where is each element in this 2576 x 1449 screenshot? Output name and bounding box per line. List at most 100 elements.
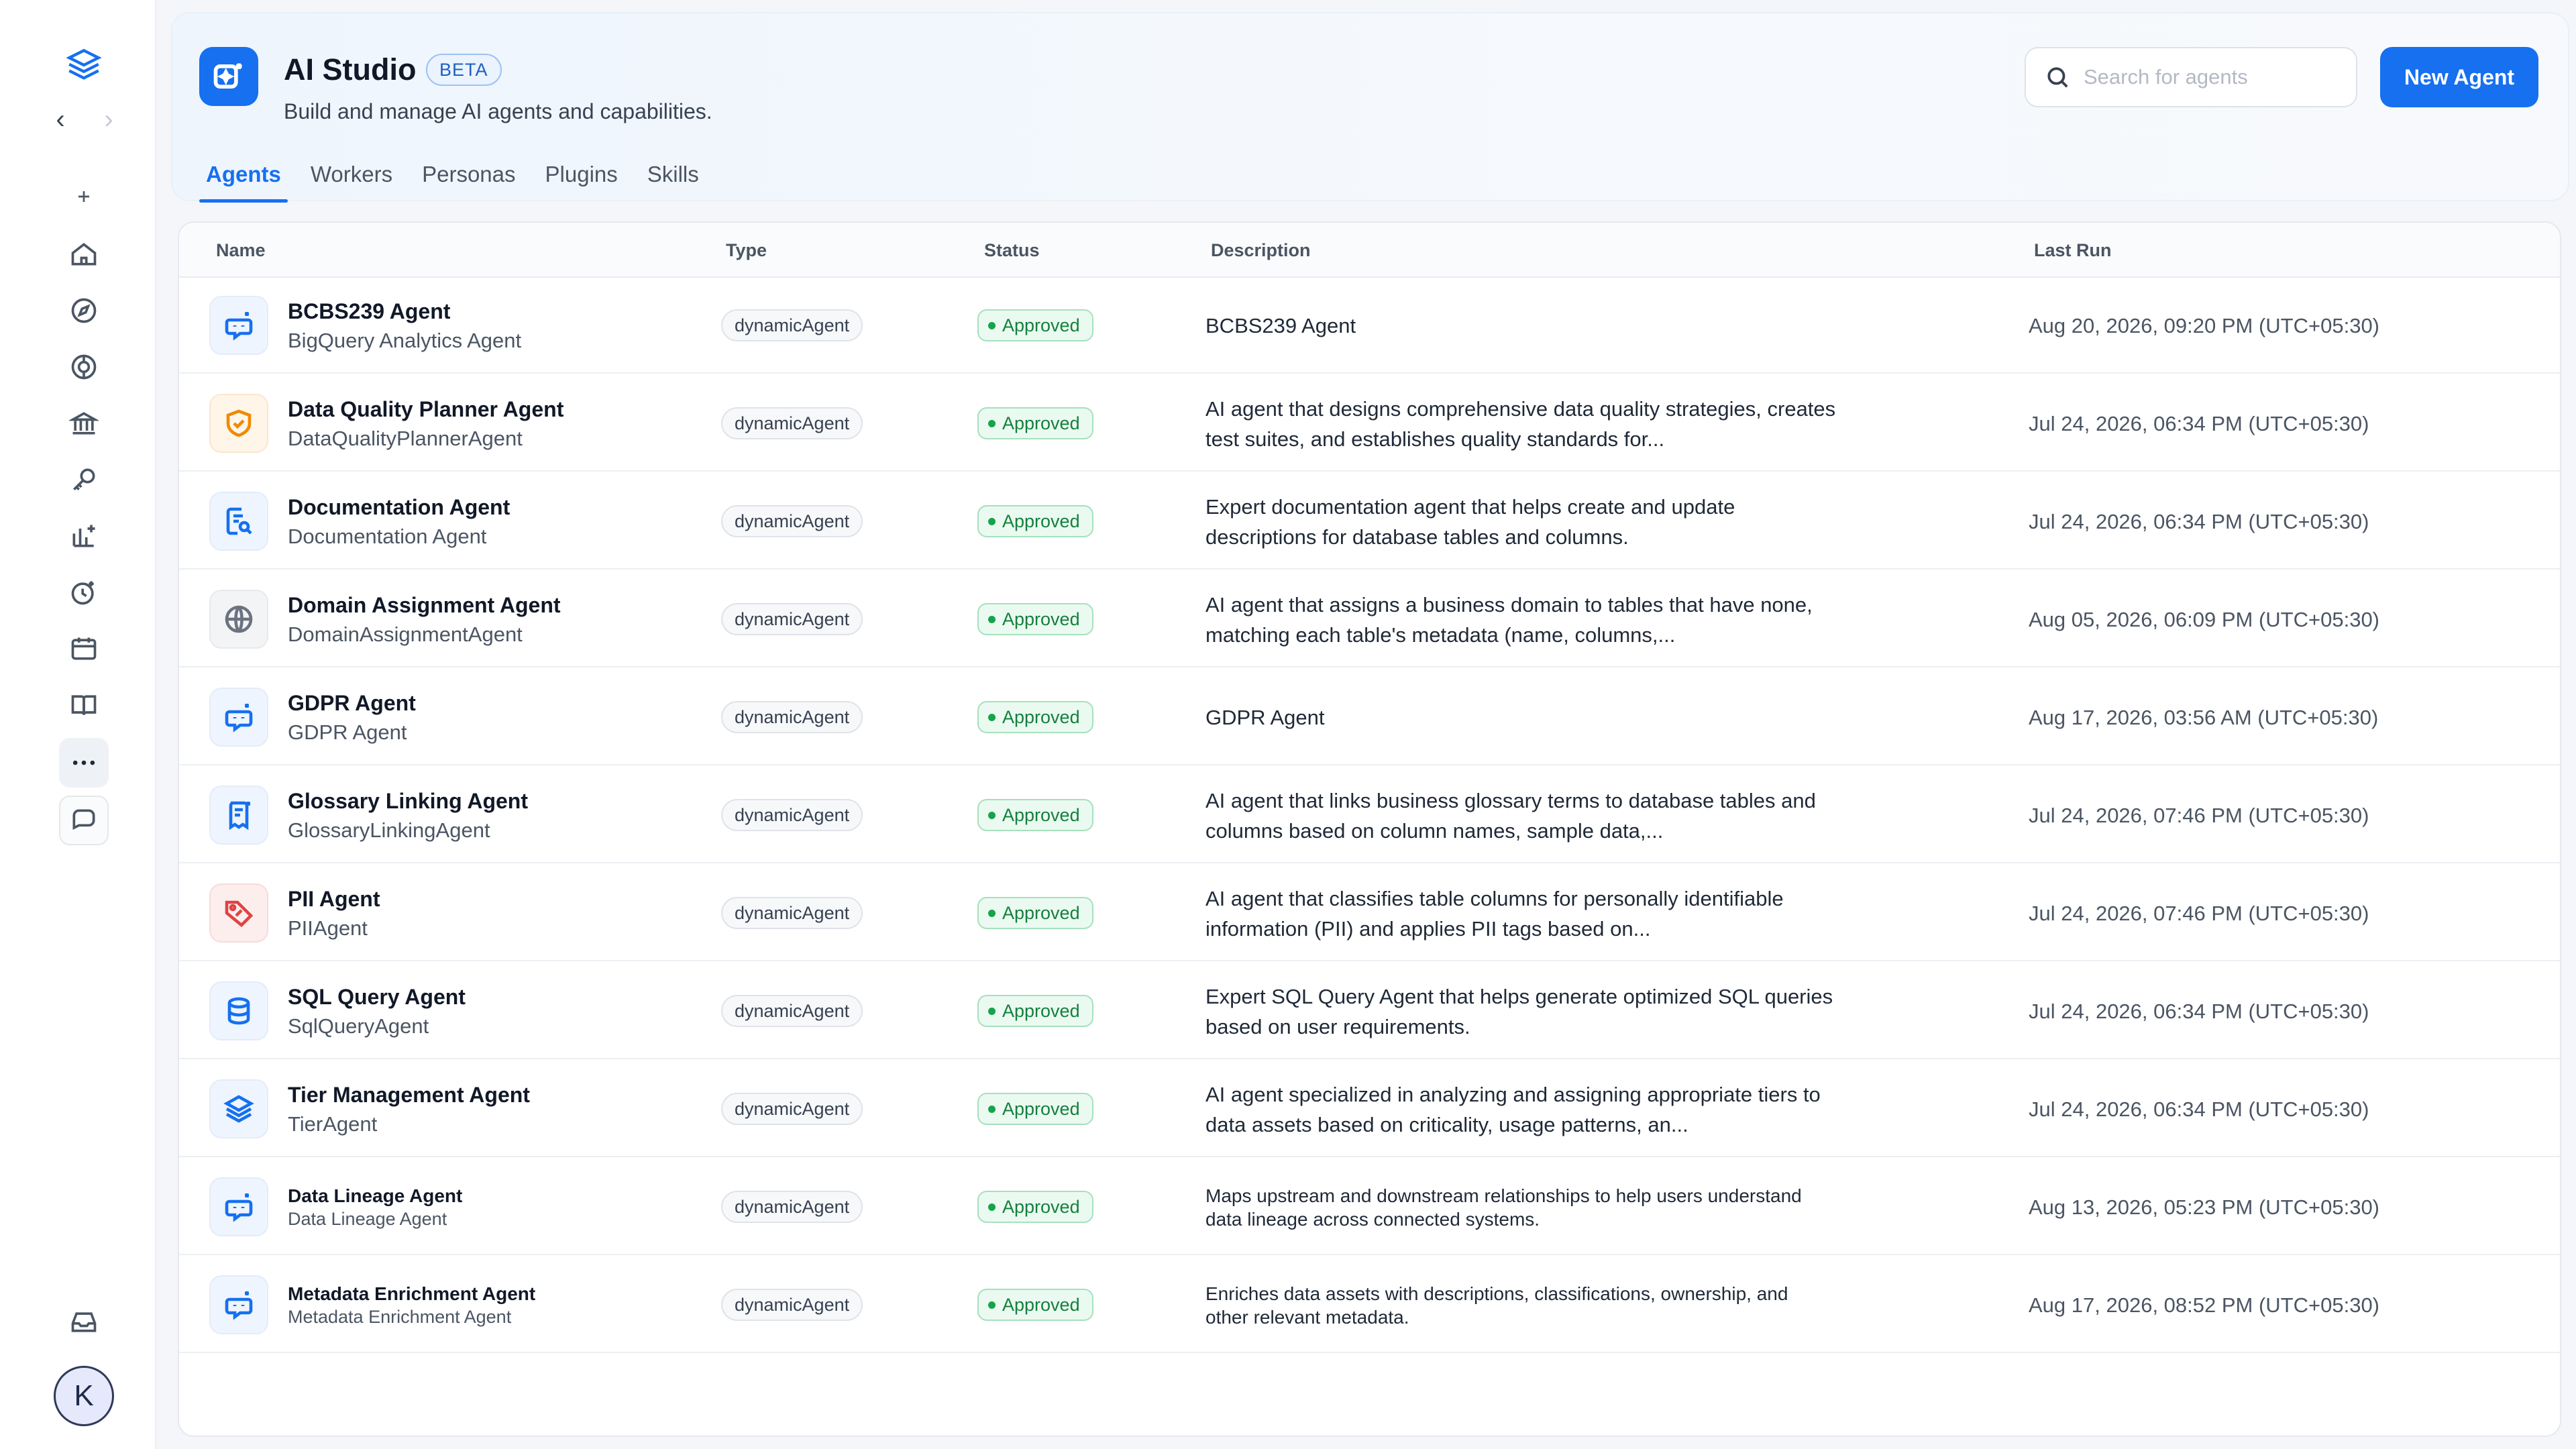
table-row[interactable]: GDPR Agent GDPR Agent dynamicAgent Appro… bbox=[179, 669, 2560, 765]
agents-table: Name Type Status Description Last Run BC… bbox=[178, 221, 2561, 1437]
status-dot-icon bbox=[988, 1105, 996, 1113]
tab-agents[interactable]: Agents bbox=[199, 154, 288, 203]
agent-name-cell: BCBS239 Agent BigQuery Analytics Agent bbox=[288, 278, 521, 374]
status-label: Approved bbox=[1002, 1000, 1080, 1021]
home-icon[interactable] bbox=[59, 229, 109, 279]
agent-name[interactable]: Documentation Agent bbox=[288, 492, 510, 522]
column-header-last-run[interactable]: Last Run bbox=[2034, 223, 2112, 278]
inbox-icon[interactable] bbox=[59, 1297, 109, 1347]
status-badge: Approved bbox=[977, 505, 1093, 537]
table-row[interactable]: Domain Assignment Agent DomainAssignment… bbox=[179, 572, 2560, 667]
search-input[interactable] bbox=[2084, 65, 2339, 89]
key-search-icon[interactable] bbox=[59, 455, 109, 504]
page-header: AI Studio BETA Build and manage AI agent… bbox=[171, 12, 2569, 203]
clock-spark-icon[interactable] bbox=[59, 568, 109, 617]
status-label: Approved bbox=[1002, 902, 1080, 923]
agent-name[interactable]: SQL Query Agent bbox=[288, 982, 466, 1012]
agent-name[interactable]: Data Lineage Agent bbox=[288, 1185, 462, 1208]
table-row[interactable]: Documentation Agent Documentation Agent … bbox=[179, 474, 2560, 570]
tab-skills[interactable]: Skills bbox=[641, 154, 706, 203]
tab-plugins[interactable]: Plugins bbox=[539, 154, 625, 203]
status-dot-icon bbox=[988, 811, 996, 819]
search-icon bbox=[2047, 67, 2068, 88]
agent-identifier: Data Lineage Agent bbox=[288, 1208, 447, 1229]
status-label: Approved bbox=[1002, 315, 1080, 335]
column-header-description[interactable]: Description bbox=[1211, 223, 1311, 278]
tab-workers[interactable]: Workers bbox=[304, 154, 399, 203]
forward-icon[interactable]: › bbox=[95, 105, 122, 135]
agent-name[interactable]: PII Agent bbox=[288, 884, 380, 914]
table-row[interactable]: Data Lineage Agent Data Lineage Agent dy… bbox=[179, 1159, 2560, 1255]
status-badge: Approved bbox=[977, 995, 1093, 1027]
table-row[interactable]: BCBS239 Agent BigQuery Analytics Agent d… bbox=[179, 278, 2560, 374]
status-label: Approved bbox=[1002, 1098, 1080, 1119]
agent-name-cell: SQL Query Agent SqlQueryAgent bbox=[288, 963, 466, 1059]
type-badge: dynamicAgent bbox=[721, 1289, 863, 1321]
agent-identifier: GlossaryLinkingAgent bbox=[288, 818, 490, 842]
chat-icon[interactable] bbox=[59, 796, 109, 845]
app-logo-icon[interactable] bbox=[59, 40, 109, 90]
last-run-timestamp: Jul 24, 2026, 07:46 PM (UTC+05:30) bbox=[2029, 901, 2369, 925]
agent-name-cell: Data Lineage Agent Data Lineage Agent bbox=[288, 1159, 462, 1255]
column-header-name[interactable]: Name bbox=[216, 223, 266, 278]
table-row[interactable]: Metadata Enrichment Agent Metadata Enric… bbox=[179, 1257, 2560, 1353]
status-badge: Approved bbox=[977, 309, 1093, 341]
agent-name[interactable]: Glossary Linking Agent bbox=[288, 786, 528, 816]
type-badge: dynamicAgent bbox=[721, 407, 863, 439]
back-icon[interactable]: ‹ bbox=[47, 105, 74, 135]
last-run-timestamp: Jul 24, 2026, 06:34 PM (UTC+05:30) bbox=[2029, 1097, 2369, 1121]
agent-description: Enriches data assets with descriptions, … bbox=[1205, 1283, 1788, 1328]
agent-name[interactable]: Metadata Enrichment Agent bbox=[288, 1283, 535, 1305]
status-badge: Approved bbox=[977, 1289, 1093, 1321]
type-badge: dynamicAgent bbox=[721, 1191, 863, 1223]
column-header-type[interactable]: Type bbox=[726, 223, 767, 278]
agent-identifier: DomainAssignmentAgent bbox=[288, 622, 523, 646]
new-agent-button[interactable]: New Agent bbox=[2380, 47, 2538, 107]
plus-icon[interactable] bbox=[59, 172, 109, 221]
bank-icon[interactable] bbox=[59, 398, 109, 448]
tag-icon bbox=[209, 883, 268, 943]
more-icon[interactable] bbox=[59, 738, 109, 788]
last-run-timestamp: Aug 17, 2026, 03:56 AM (UTC+05:30) bbox=[2029, 705, 2379, 729]
insights-icon[interactable] bbox=[59, 511, 109, 561]
status-badge: Approved bbox=[977, 1093, 1093, 1125]
status-label: Approved bbox=[1002, 804, 1080, 825]
agent-description: GDPR Agent bbox=[1205, 706, 1325, 729]
status-badge: Approved bbox=[977, 799, 1093, 831]
column-header-status[interactable]: Status bbox=[984, 223, 1040, 278]
last-run-timestamp: Aug 05, 2026, 06:09 PM (UTC+05:30) bbox=[2029, 607, 2380, 631]
search-box[interactable] bbox=[2025, 47, 2357, 107]
page-title: AI Studio bbox=[284, 52, 417, 87]
tab-personas[interactable]: Personas bbox=[415, 154, 522, 203]
status-badge: Approved bbox=[977, 701, 1093, 733]
status-label: Approved bbox=[1002, 413, 1080, 433]
agent-name[interactable]: BCBS239 Agent bbox=[288, 297, 521, 326]
book-icon[interactable] bbox=[59, 680, 109, 730]
agent-name-cell: Data Quality Planner Agent DataQualityPl… bbox=[288, 376, 564, 472]
agent-name[interactable]: Domain Assignment Agent bbox=[288, 590, 561, 620]
table-row[interactable]: Glossary Linking Agent GlossaryLinkingAg… bbox=[179, 767, 2560, 863]
tab-bar: Agents Workers Personas Plugins Skills bbox=[199, 154, 722, 203]
status-dot-icon bbox=[988, 517, 996, 525]
last-run-timestamp: Jul 24, 2026, 06:34 PM (UTC+05:30) bbox=[2029, 509, 2369, 533]
compass-icon[interactable] bbox=[59, 286, 109, 335]
table-row[interactable]: Data Quality Planner Agent DataQualityPl… bbox=[179, 376, 2560, 472]
calendar-icon[interactable] bbox=[59, 624, 109, 674]
status-badge: Approved bbox=[977, 407, 1093, 439]
user-avatar[interactable]: K bbox=[54, 1366, 114, 1426]
agent-name[interactable]: Tier Management Agent bbox=[288, 1080, 530, 1110]
agent-name[interactable]: Data Quality Planner Agent bbox=[288, 394, 564, 424]
table-row[interactable]: Tier Management Agent TierAgent dynamicA… bbox=[179, 1061, 2560, 1157]
status-label: Approved bbox=[1002, 511, 1080, 531]
table-header: Name Type Status Description Last Run bbox=[179, 223, 2560, 278]
page-subtitle: Build and manage AI agents and capabilit… bbox=[284, 99, 712, 123]
agent-description: AI agent that designs comprehensive data… bbox=[1205, 396, 1836, 451]
last-run-timestamp: Aug 13, 2026, 05:23 PM (UTC+05:30) bbox=[2029, 1195, 2380, 1219]
table-row[interactable]: SQL Query Agent SqlQueryAgent dynamicAge… bbox=[179, 963, 2560, 1059]
governance-icon[interactable] bbox=[59, 342, 109, 392]
table-row[interactable]: PII Agent PIIAgent dynamicAgent Approved… bbox=[179, 865, 2560, 961]
status-label: Approved bbox=[1002, 1196, 1080, 1217]
type-badge: dynamicAgent bbox=[721, 799, 863, 831]
agent-identifier: GDPR Agent bbox=[288, 720, 407, 744]
agent-name[interactable]: GDPR Agent bbox=[288, 688, 416, 718]
